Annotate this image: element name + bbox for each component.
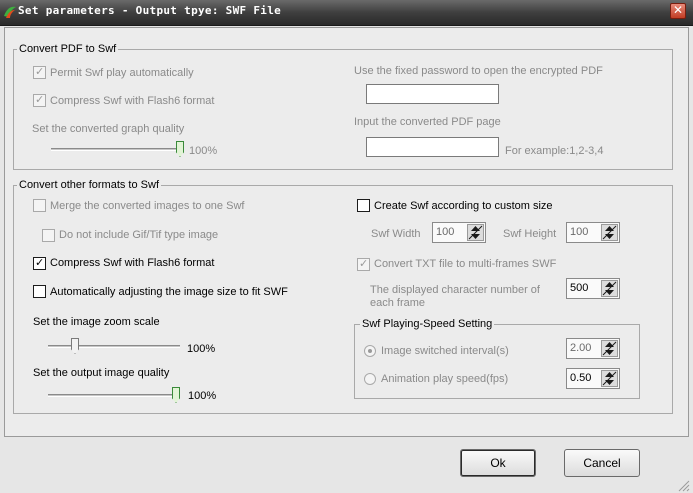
txt-multiframe-label: Convert TXT file to multi-frames SWF	[374, 258, 557, 270]
spinner-arrows-icon[interactable]	[601, 224, 618, 241]
interval-spinner[interactable]: 2.00	[566, 338, 620, 359]
interval-radio[interactable]	[364, 345, 376, 357]
check-icon: ✓	[35, 256, 45, 269]
fps-spinner[interactable]: 0.50	[566, 368, 620, 389]
swf-height-spinner[interactable]: 100	[566, 222, 620, 243]
pdf-quality-label: Set the converted graph quality	[32, 123, 185, 135]
close-button[interactable]: ✕	[670, 3, 686, 19]
no-gif-tif-checkbox[interactable]	[42, 229, 55, 242]
check-icon: ✓	[35, 93, 45, 106]
pdf-quality-value: 100%	[189, 145, 218, 157]
swf-height-label: Swf Height	[503, 228, 557, 240]
check-icon: ✓	[35, 65, 45, 78]
title-bar[interactable]: Set parameters - Output tpye: SWF File ✕	[0, 0, 693, 26]
swf-height-value: 100	[570, 226, 589, 238]
other-compress-label: Compress Swf with Flash6 format	[50, 257, 215, 269]
spinner-arrows-icon[interactable]	[601, 370, 618, 387]
close-icon: ✕	[672, 3, 684, 17]
output-quality-value: 100%	[188, 390, 217, 402]
radio-dot-icon	[368, 349, 372, 353]
fps-radio[interactable]	[364, 373, 376, 385]
interval-label: Image switched interval(s)	[381, 345, 509, 357]
swf-width-spinner[interactable]: 100	[432, 222, 486, 243]
app-icon	[4, 6, 16, 18]
char-number-label: The displayed character number of each f…	[370, 284, 540, 309]
page-label: Input the converted PDF page	[354, 116, 501, 128]
merge-images-label: Merge the converted images to one Swf	[50, 200, 245, 212]
pdf-compress-checkbox[interactable]: ✓	[33, 94, 46, 107]
dialog-body: Convert PDF to Swf ✓ Permit Swf play aut…	[4, 27, 689, 437]
char-number-value: 500	[570, 282, 589, 294]
swf-width-label: Swf Width	[371, 228, 421, 240]
zoom-scale-slider[interactable]	[48, 345, 180, 348]
permit-play-label: Permit Swf play automatically	[50, 67, 194, 79]
zoom-scale-label: Set the image zoom scale	[33, 316, 160, 328]
auto-adjust-checkbox[interactable]	[33, 285, 46, 298]
page-example: For example:1,2-3,4	[505, 145, 604, 157]
page-input[interactable]	[366, 137, 499, 157]
other-compress-checkbox[interactable]: ✓	[33, 257, 46, 270]
merge-images-checkbox[interactable]	[33, 199, 46, 212]
fps-label: Animation play speed(fps)	[381, 373, 509, 385]
swf-width-value: 100	[436, 226, 455, 238]
zoom-scale-value: 100%	[187, 343, 216, 355]
pdf-quality-slider[interactable]	[51, 148, 181, 151]
txt-multiframe-checkbox[interactable]: ✓	[357, 258, 370, 271]
password-input[interactable]	[366, 84, 499, 104]
check-icon: ✓	[359, 257, 369, 270]
pdf-group-legend: Convert PDF to Swf	[17, 43, 119, 55]
fps-value: 0.50	[570, 372, 592, 384]
interval-value: 2.00	[570, 342, 592, 354]
spinner-arrows-icon[interactable]	[467, 224, 484, 241]
window-title: Set parameters - Output tpye: SWF File	[18, 4, 282, 17]
output-quality-slider[interactable]	[48, 394, 180, 397]
permit-play-checkbox[interactable]: ✓	[33, 66, 46, 79]
output-quality-label: Set the output image quality	[33, 367, 170, 379]
resize-grip-icon[interactable]	[676, 478, 690, 492]
spinner-arrows-icon[interactable]	[601, 280, 618, 297]
auto-adjust-label: Automatically adjusting the image size t…	[50, 286, 288, 298]
speed-group-legend: Swf Playing-Speed Setting	[360, 318, 495, 330]
password-label: Use the fixed password to open the encry…	[354, 65, 603, 77]
ok-button[interactable]: Ok	[460, 449, 536, 477]
custom-size-label: Create Swf according to custom size	[374, 200, 553, 212]
cancel-button[interactable]: Cancel	[564, 449, 640, 477]
spinner-arrows-icon[interactable]	[601, 340, 618, 357]
other-group-legend: Convert other formats to Swf	[17, 179, 161, 191]
pdf-compress-label: Compress Swf with Flash6 format	[50, 95, 215, 107]
char-number-spinner[interactable]: 500	[566, 278, 620, 299]
no-gif-tif-label: Do not include Gif/Tif type image	[59, 229, 219, 241]
custom-size-checkbox[interactable]	[357, 199, 370, 212]
